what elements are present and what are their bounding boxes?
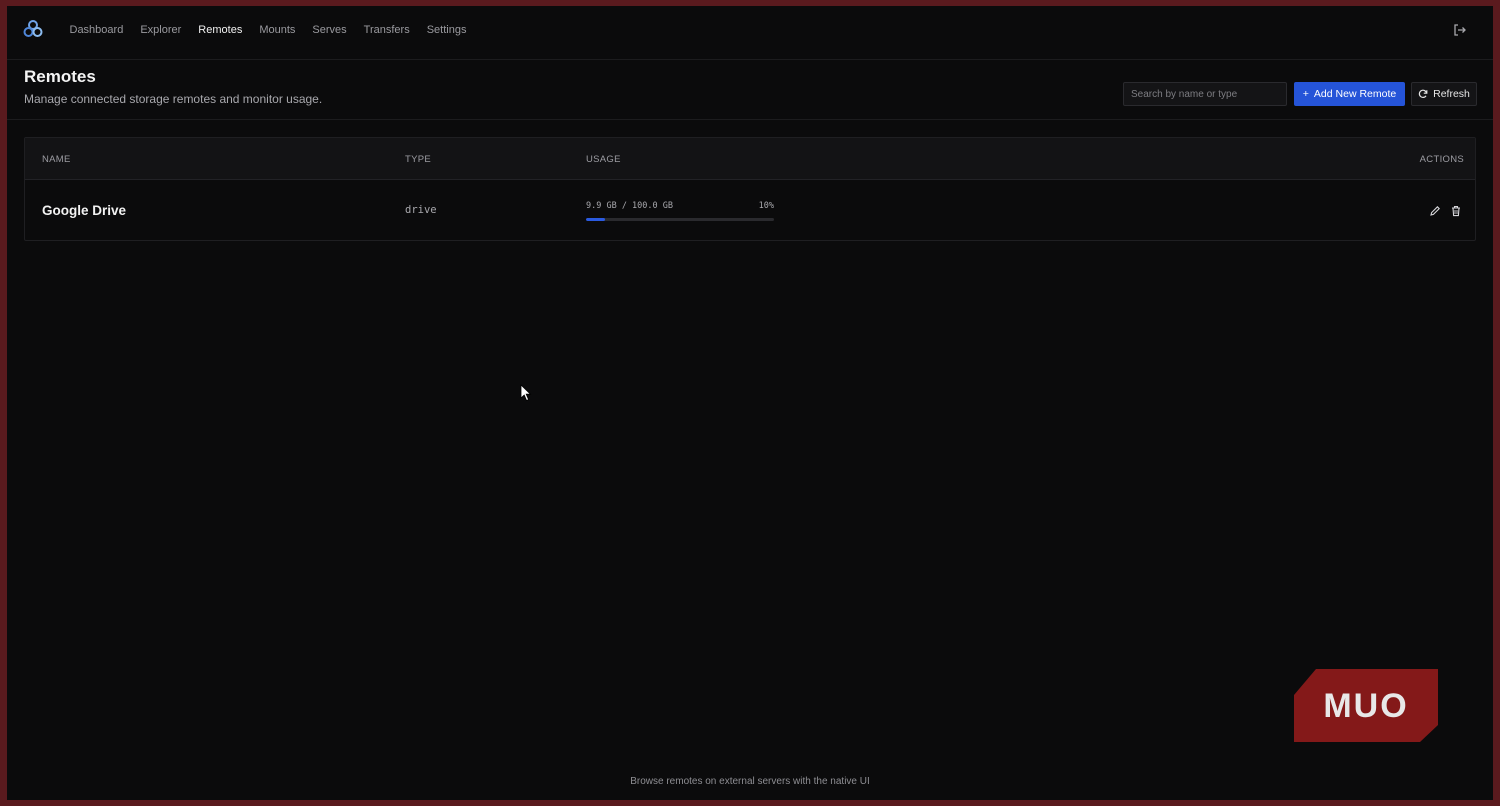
trash-icon[interactable] (1450, 205, 1462, 217)
nav-item-remotes[interactable]: Remotes (190, 24, 251, 36)
table-header: NAME TYPE USAGE ACTIONS (25, 138, 1475, 180)
footer-text: Browse remotes on external servers with … (630, 776, 870, 787)
remote-name[interactable]: Google Drive (42, 203, 126, 218)
nav-item-explorer[interactable]: Explorer (132, 24, 190, 36)
table-row[interactable]: Google Drive drive 9.9 GB / 100.0 GB 10% (25, 180, 1475, 240)
refresh-label: Refresh (1433, 88, 1470, 100)
column-header-type[interactable]: TYPE (405, 154, 431, 165)
usage-progress-fill (586, 218, 605, 221)
nav-menu: Dashboard Explorer Remotes Mounts Serves… (61, 24, 475, 36)
mouse-cursor-icon (520, 384, 532, 402)
nav-item-mounts[interactable]: Mounts (251, 24, 304, 36)
add-new-remote-button[interactable]: + Add New Remote (1294, 82, 1405, 106)
logout-icon[interactable] (1453, 23, 1467, 37)
plus-icon: + (1302, 88, 1309, 100)
nav-item-settings[interactable]: Settings (418, 24, 475, 36)
nav-item-dashboard[interactable]: Dashboard (61, 24, 132, 36)
app-window: Dashboard Explorer Remotes Mounts Serves… (0, 0, 1500, 806)
remote-type: drive (405, 204, 437, 216)
page-subtitle: Manage connected storage remotes and mon… (24, 92, 323, 106)
nav-item-serves[interactable]: Serves (304, 24, 355, 36)
remotes-table: NAME TYPE USAGE ACTIONS Google Drive dri… (24, 137, 1476, 241)
nav-item-transfers[interactable]: Transfers (355, 24, 418, 36)
search-input[interactable] (1123, 82, 1287, 106)
refresh-button[interactable]: Refresh (1411, 82, 1477, 106)
refresh-icon (1418, 89, 1428, 98)
app-logo-icon[interactable] (23, 19, 43, 39)
header-divider (7, 119, 1493, 120)
column-header-actions: ACTIONS (1419, 154, 1464, 165)
column-header-name[interactable]: NAME (42, 154, 71, 165)
top-navbar: Dashboard Explorer Remotes Mounts Serves… (7, 6, 1493, 60)
edit-icon[interactable] (1429, 205, 1441, 217)
add-new-remote-label: Add New Remote (1313, 88, 1397, 100)
usage-percent: 10% (758, 201, 774, 211)
page-title: Remotes (24, 67, 96, 86)
watermark-text: MUO (1323, 687, 1408, 725)
usage-progress-bar (586, 218, 774, 221)
column-header-usage[interactable]: USAGE (586, 154, 621, 165)
muo-watermark-logo: MUO (1294, 669, 1438, 742)
